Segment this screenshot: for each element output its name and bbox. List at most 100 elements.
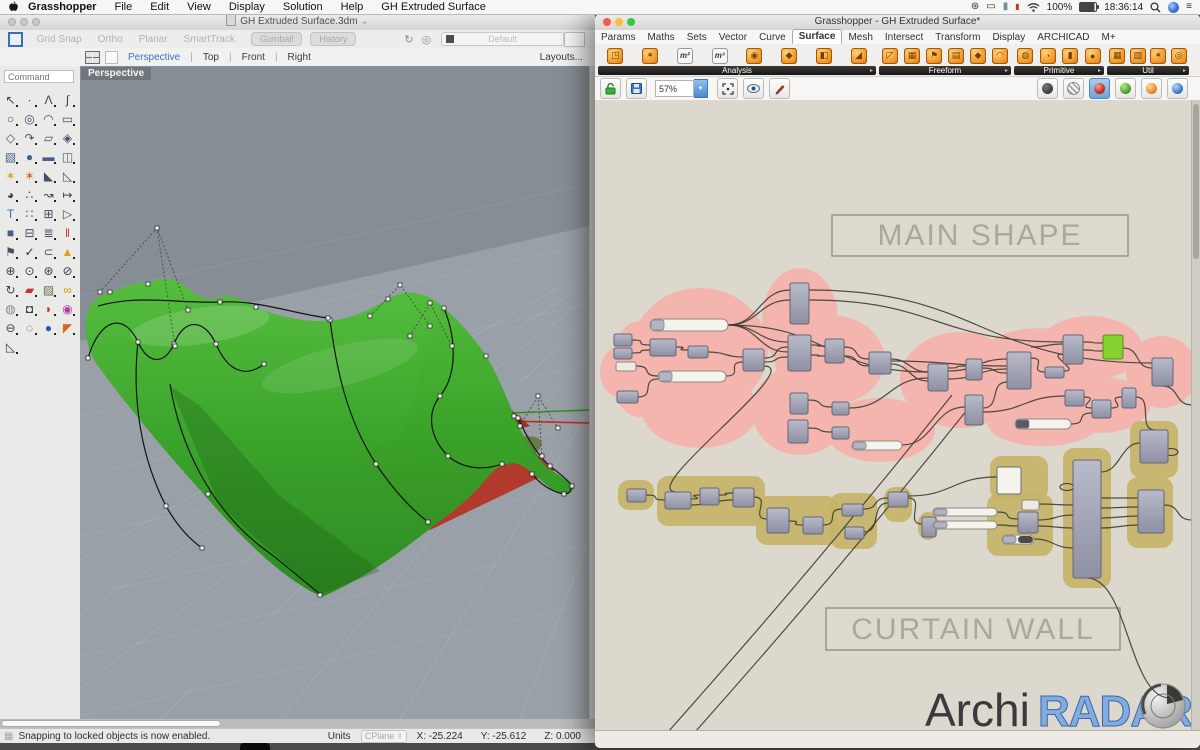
control-point[interactable] [398, 283, 402, 287]
menu-item-grasshopper[interactable]: Grasshopper [19, 0, 105, 14]
title-chevron-icon[interactable]: ⌄ [360, 16, 368, 27]
analysis-component-icon-1[interactable]: ✶ [642, 48, 658, 64]
dock-icon-peek[interactable] [240, 743, 270, 750]
analysis-component-icon-2[interactable]: m² [677, 48, 693, 64]
gh-component[interactable] [1007, 352, 1031, 389]
canvas-vertical-scrollbar[interactable] [1191, 100, 1200, 730]
control-point[interactable] [556, 426, 560, 430]
gh-menu-tab-sets[interactable]: Sets [681, 31, 713, 44]
control-point[interactable] [512, 414, 516, 418]
control-point[interactable] [484, 354, 488, 358]
redo-circle-icon[interactable]: ↻ [404, 33, 413, 46]
rhino-tool-icon-18[interactable]: ◣ [39, 166, 58, 185]
control-point[interactable] [186, 308, 190, 312]
menu-item-edit[interactable]: Edit [141, 0, 178, 14]
rhino-tool-icon-15[interactable]: ◫ [58, 147, 77, 166]
scrollbar-thumb[interactable] [1193, 104, 1199, 259]
rhino-tool-icon-41[interactable]: ▰ [20, 280, 39, 299]
gh-component[interactable] [790, 393, 808, 414]
gh-component[interactable] [888, 492, 908, 507]
clock[interactable]: 18:36:14 [1104, 2, 1143, 13]
rhino-tool-icon-47[interactable]: ◉ [58, 299, 77, 318]
gh-menu-tab-surface[interactable]: Surface [792, 29, 843, 44]
scrollbar-thumb[interactable] [1, 720, 221, 727]
gh-component[interactable] [1073, 460, 1101, 578]
gh-component[interactable] [997, 467, 1021, 494]
history-button[interactable]: History [310, 32, 356, 46]
zoom-icon[interactable] [32, 18, 40, 26]
control-point[interactable] [428, 301, 432, 305]
rhino-tool-icon-39[interactable]: ⊘ [58, 261, 77, 280]
active-layer-swatch-icon[interactable] [8, 32, 23, 47]
rhino-tool-icon-24[interactable]: T [1, 204, 20, 223]
control-point[interactable] [155, 226, 159, 230]
rhino-tool-icon-22[interactable]: ↝ [39, 185, 58, 204]
rhino-tool-icon-46[interactable]: ◗ [39, 299, 58, 318]
rhino-tool-icon-1[interactable]: ∙ [20, 90, 39, 109]
control-point[interactable] [136, 340, 140, 344]
rhino-tool-icon-26[interactable]: ⊞ [39, 204, 58, 223]
rhino-tool-icon-20[interactable]: ◕ [1, 185, 20, 204]
gh-slider-grip[interactable] [934, 509, 947, 515]
rhino-tool-icon-32[interactable]: ⚑ [1, 242, 20, 261]
cplane-dropdown[interactable]: CPlane⇕ [361, 730, 407, 743]
gh-component[interactable] [1022, 500, 1039, 510]
ortho-toggle[interactable]: Ortho [98, 34, 123, 45]
rhino-tool-icon-0[interactable]: ↖ [1, 90, 20, 109]
gh-slider-grip[interactable] [651, 320, 664, 330]
blue-sphere-icon[interactable] [1167, 78, 1188, 99]
rhino-tool-icon-28[interactable]: ■ [1, 223, 20, 242]
gh-component[interactable] [845, 527, 864, 539]
control-point[interactable] [500, 462, 504, 466]
rhino-tool-icon-7[interactable]: ▭ [58, 109, 77, 128]
freeform-component-icon-5[interactable]: ◠ [992, 48, 1008, 64]
control-point[interactable] [408, 334, 412, 338]
close-icon[interactable] [8, 18, 16, 26]
control-point[interactable] [326, 316, 330, 320]
gh-component[interactable] [650, 339, 676, 356]
default-display-mode-field[interactable]: Default [441, 32, 564, 46]
rhino-tool-icon-31[interactable]: ‖ [58, 223, 77, 242]
primitive-component-icon-3[interactable]: ● [1085, 48, 1101, 64]
gh-component[interactable] [790, 283, 809, 324]
close-icon[interactable] [603, 18, 611, 26]
ribbon-group-bar[interactable]: Util▸ [1107, 66, 1189, 75]
gh-component[interactable] [1063, 335, 1083, 364]
shaded-hat-icon[interactable] [1037, 78, 1058, 99]
record-circle-icon[interactable]: ◎ [422, 33, 432, 46]
control-point[interactable] [262, 362, 266, 366]
ribbon-group-bar[interactable]: Freeform▸ [879, 66, 1011, 75]
rhino-tool-icon-34[interactable]: ⊂ [39, 242, 58, 261]
rhino-tool-icon-50[interactable]: ● [39, 318, 58, 337]
analysis-component-icon-6[interactable]: ◧ [816, 48, 832, 64]
gh-menu-tab-maths[interactable]: Maths [641, 31, 680, 44]
gh-title-bar[interactable]: Grasshopper - GH Extruded Surface* [595, 14, 1200, 31]
control-point[interactable] [386, 297, 390, 301]
gh-definition-canvas[interactable]: MAIN SHAPECURTAIN WALLArchiRADAR [595, 100, 1200, 730]
freeform-component-icon-2[interactable]: ⚑ [926, 48, 942, 64]
planar-toggle[interactable]: Planar [139, 34, 168, 45]
gh-group-olive[interactable] [830, 493, 877, 549]
rhino-tool-icon-38[interactable]: ⊛ [39, 261, 58, 280]
analysis-component-icon-5[interactable]: ◆ [781, 48, 797, 64]
rhino-tool-icon-27[interactable]: ▷ [58, 204, 77, 223]
rhino-tool-icon-52[interactable]: ◺ [1, 337, 20, 356]
gh-component[interactable] [700, 488, 719, 505]
control-point[interactable] [548, 464, 552, 468]
gh-component[interactable] [825, 339, 844, 363]
control-point[interactable] [374, 462, 378, 466]
rhino-tool-icon-17[interactable]: ✶ [20, 166, 39, 185]
gh-slider-grip[interactable] [1003, 536, 1016, 543]
control-point[interactable] [540, 454, 544, 458]
primitive-component-icon-1[interactable]: ◔ [1040, 48, 1056, 64]
control-point[interactable] [516, 416, 520, 420]
spotlight-search-icon[interactable] [1150, 2, 1161, 13]
four-view-grid-icon[interactable] [85, 51, 100, 64]
util-component-icon-2[interactable]: ✶ [1150, 48, 1166, 64]
control-point[interactable] [146, 282, 150, 286]
ribbon-group-bar[interactable]: Primitive▸ [1014, 66, 1104, 75]
rhino-tool-icon-12[interactable]: ▧ [1, 147, 20, 166]
gh-component[interactable] [803, 517, 823, 534]
minimize-icon[interactable] [615, 18, 623, 26]
menu-item-view[interactable]: View [178, 0, 220, 14]
